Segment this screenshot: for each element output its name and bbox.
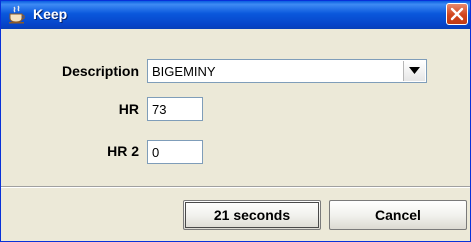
dropdown-arrow-button[interactable] — [403, 61, 425, 81]
separator — [1, 186, 470, 188]
hr2-input[interactable] — [147, 140, 203, 164]
keep-dialog: Keep Description BIGEMINY HR HR 2 21 sec… — [0, 0, 471, 242]
hr-label: HR — [118, 101, 139, 117]
java-cup-icon — [7, 5, 27, 25]
cancel-button[interactable]: Cancel — [329, 200, 467, 230]
confirm-button[interactable]: 21 seconds — [183, 200, 321, 230]
title-bar[interactable]: Keep — [1, 1, 470, 29]
window-title: Keep — [33, 6, 68, 22]
description-label: Description — [61, 63, 139, 79]
chevron-down-icon — [409, 67, 420, 74]
description-combobox[interactable]: BIGEMINY — [147, 59, 427, 83]
hr-input[interactable] — [147, 97, 203, 121]
close-icon — [450, 7, 464, 21]
hr2-label: HR 2 — [107, 143, 139, 159]
description-value: BIGEMINY — [152, 64, 216, 79]
close-button[interactable] — [446, 3, 468, 25]
